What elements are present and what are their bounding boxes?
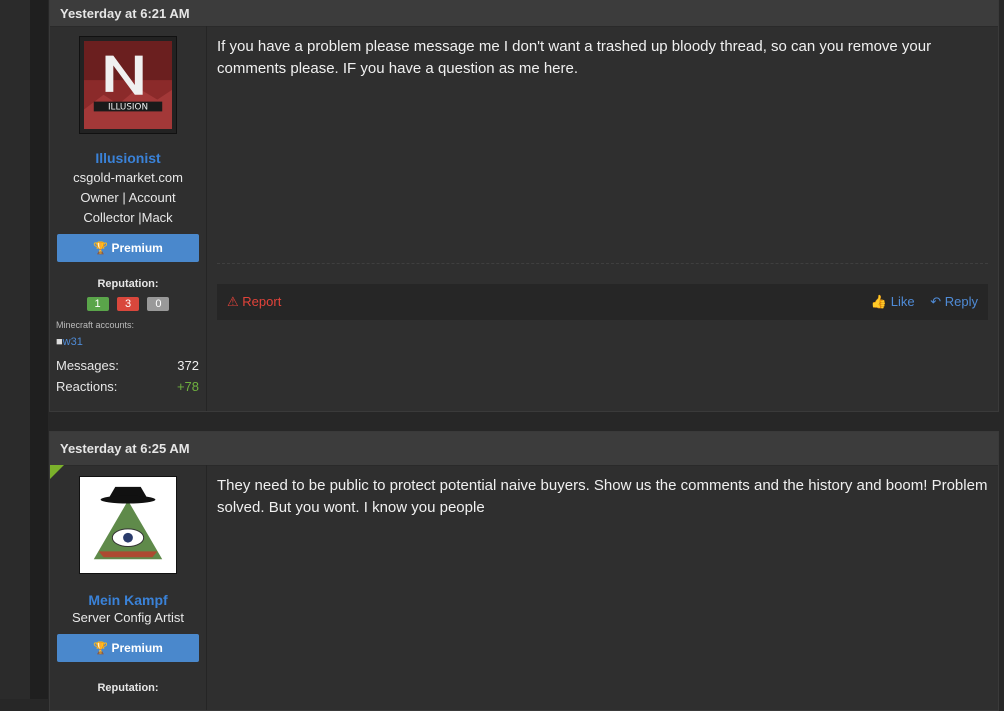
post-author-panel: Mein Kampf Server Config Artist 🏆 Premiu… (50, 465, 207, 710)
user-title-line: Server Config Artist (72, 610, 184, 625)
premium-badge-button[interactable]: 🏆 Premium (57, 634, 199, 662)
reactions-value: +78 (176, 379, 199, 394)
report-label: Report (242, 294, 282, 309)
reputation-neutral[interactable]: 0 (147, 297, 170, 311)
reply-link[interactable]: ↶ Reply (930, 294, 978, 309)
warning-icon: ⚠ (227, 294, 239, 309)
illuminati-eye-hat-icon (84, 481, 172, 569)
username[interactable]: Illusionist (50, 150, 206, 166)
trophy-icon: 🏆 (93, 641, 109, 655)
post-timestamp[interactable]: Yesterday at 6:25 AM (50, 432, 998, 466)
user-title-line: Collector |Mack (83, 210, 173, 225)
reputation-counts: 1 3 0 (50, 294, 206, 312)
premium-label: Premium (111, 641, 163, 655)
reputation-positive[interactable]: 1 (86, 297, 109, 311)
reactions-stat: Reactions: +78 (50, 379, 199, 394)
user-title-line: csgold-market.com (73, 170, 183, 185)
minecraft-account-name: w31 (62, 336, 83, 348)
post-timestamp[interactable]: Yesterday at 6:21 AM (50, 0, 998, 27)
page-left-gutter (30, 0, 48, 699)
avatar[interactable] (79, 476, 177, 574)
reputation-negative[interactable]: 3 (117, 297, 139, 311)
user-title-line: Owner | Account (80, 190, 176, 205)
post-actions-bar: ⚠ Report 👍 Like ↶ Reply (217, 284, 988, 320)
page-left-margin (0, 0, 30, 699)
messages-label: Messages: (56, 358, 119, 373)
like-label: Like (890, 294, 915, 309)
avatar[interactable]: ILLUSION (79, 36, 177, 134)
post-message: If you have a problem please message me … (217, 38, 932, 77)
post-divider (217, 263, 988, 264)
minecraft-account-link[interactable]: ■w31 (50, 336, 206, 348)
post-message: They need to be public to protect potent… (217, 477, 988, 516)
premium-label: Premium (111, 241, 163, 255)
forum-post: Yesterday at 6:25 AM Mein Kampf Server C… (49, 431, 999, 711)
report-link[interactable]: ⚠ Report (227, 294, 281, 310)
svg-text:ILLUSION: ILLUSION (108, 102, 148, 112)
premium-badge-button[interactable]: 🏆 Premium (57, 234, 199, 262)
reply-label: Reply (944, 294, 978, 309)
post-content: If you have a problem please message me … (217, 26, 988, 411)
illusion-logo-icon: ILLUSION (84, 41, 172, 129)
reply-arrow-icon: ↶ (930, 294, 942, 309)
trophy-icon: 🏆 (93, 241, 109, 255)
username[interactable]: Mein Kampf (50, 592, 206, 608)
minecraft-head-icon: ■ (56, 336, 63, 348)
thumbs-up-icon: 👍 (870, 294, 888, 309)
post-author-panel: ILLUSION Illusionist csgold-market.com O… (50, 26, 207, 411)
reactions-label: Reactions: (56, 379, 118, 394)
reputation-label: Reputation: (97, 682, 159, 694)
like-link[interactable]: 👍 Like (871, 294, 918, 309)
messages-stat: Messages: 372 (50, 358, 199, 373)
messages-value[interactable]: 372 (177, 358, 199, 373)
forum-post: Yesterday at 6:21 AM ILLUSION Illusionis… (49, 0, 999, 412)
reputation-label: Reputation: (97, 278, 159, 290)
post-content: They need to be public to protect potent… (217, 465, 988, 710)
minecraft-accounts-label: Minecraft accounts: (56, 320, 135, 330)
